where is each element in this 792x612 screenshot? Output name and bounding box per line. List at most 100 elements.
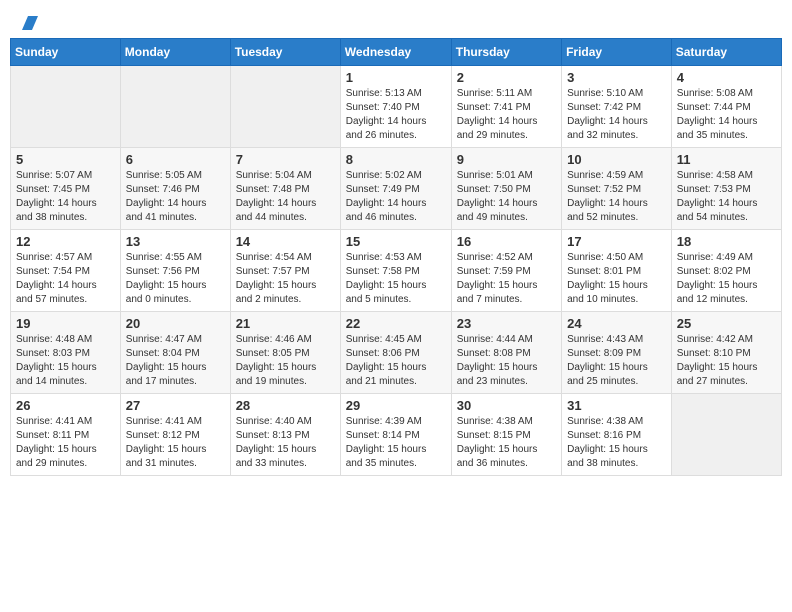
day-number: 11 [677, 152, 776, 167]
calendar-cell: 23 Sunrise: 4:44 AM Sunset: 8:08 PM Dayli… [451, 312, 561, 394]
day-info: Sunrise: 4:41 AM Sunset: 8:12 PM Dayligh… [126, 415, 225, 471]
calendar-table: SundayMondayTuesdayWednesdayThursdayFrid… [10, 38, 782, 476]
calendar-cell: 24 Sunrise: 4:43 AM Sunset: 8:09 PM Dayli… [562, 312, 672, 394]
day-number: 24 [567, 316, 666, 331]
day-number: 16 [457, 234, 556, 249]
day-info: Sunrise: 4:50 AM Sunset: 8:01 PM Dayligh… [567, 251, 666, 307]
day-info: Sunrise: 5:08 AM Sunset: 7:44 PM Dayligh… [677, 87, 776, 143]
day-info: Sunrise: 4:41 AM Sunset: 8:11 PM Dayligh… [16, 415, 115, 471]
day-info: Sunrise: 5:02 AM Sunset: 7:49 PM Dayligh… [346, 169, 446, 225]
calendar-cell: 31Sunrise: 4:38 AM Sunset: 8:16 PM Dayli… [562, 394, 672, 476]
calendar-cell [230, 66, 340, 148]
calendar-cell: 17 Sunrise: 4:50 AM Sunset: 8:01 PM Dayli… [562, 230, 672, 312]
day-info: Sunrise: 5:07 AM Sunset: 7:45 PM Dayligh… [16, 169, 115, 225]
column-header-thursday: Thursday [451, 39, 561, 66]
day-info: Sunrise: 4:55 AM Sunset: 7:56 PM Dayligh… [126, 251, 225, 307]
day-info: Sunrise: 4:48 AM Sunset: 8:03 PM Dayligh… [16, 333, 115, 389]
day-number: 19 [16, 316, 115, 331]
day-number: 15 [346, 234, 446, 249]
day-info: Sunrise: 4:58 AM Sunset: 7:53 PM Dayligh… [677, 169, 776, 225]
column-header-wednesday: Wednesday [340, 39, 451, 66]
calendar-week-row: 1 Sunrise: 5:13 AM Sunset: 7:40 PM Daylig… [11, 66, 782, 148]
day-number: 23 [457, 316, 556, 331]
calendar-week-row: 19 Sunrise: 4:48 AM Sunset: 8:03 PM Dayli… [11, 312, 782, 394]
column-header-friday: Friday [562, 39, 672, 66]
day-number: 1 [346, 70, 446, 85]
day-number: 20 [126, 316, 225, 331]
day-number: 8 [346, 152, 446, 167]
calendar-cell [11, 66, 121, 148]
day-info: Sunrise: 4:45 AM Sunset: 8:06 PM Dayligh… [346, 333, 446, 389]
day-info: Sunrise: 4:44 AM Sunset: 8:08 PM Dayligh… [457, 333, 556, 389]
day-number: 29 [346, 398, 446, 413]
day-number: 26 [16, 398, 115, 413]
day-number: 21 [236, 316, 335, 331]
calendar-cell: 15 Sunrise: 4:53 AM Sunset: 7:58 PM Dayli… [340, 230, 451, 312]
day-number: 27 [126, 398, 225, 413]
day-number: 5 [16, 152, 115, 167]
calendar-cell: 28 Sunrise: 4:40 AM Sunset: 8:13 PM Dayli… [230, 394, 340, 476]
day-number: 6 [126, 152, 225, 167]
column-header-saturday: Saturday [671, 39, 781, 66]
day-info: Sunrise: 4:42 AM Sunset: 8:10 PM Dayligh… [677, 333, 776, 389]
calendar-cell: 10 Sunrise: 4:59 AM Sunset: 7:52 PM Dayli… [562, 148, 672, 230]
logo-icon [16, 12, 38, 30]
day-info: Sunrise: 4:43 AM Sunset: 8:09 PM Dayligh… [567, 333, 666, 389]
day-info: Sunrise: 5:05 AM Sunset: 7:46 PM Dayligh… [126, 169, 225, 225]
day-number: 28 [236, 398, 335, 413]
calendar-cell: 4 Sunrise: 5:08 AM Sunset: 7:44 PM Daylig… [671, 66, 781, 148]
calendar-cell: 8 Sunrise: 5:02 AM Sunset: 7:49 PM Daylig… [340, 148, 451, 230]
day-number: 25 [677, 316, 776, 331]
logo [14, 10, 38, 30]
calendar-cell: 25 Sunrise: 4:42 AM Sunset: 8:10 PM Dayli… [671, 312, 781, 394]
column-header-monday: Monday [120, 39, 230, 66]
day-info: Sunrise: 5:13 AM Sunset: 7:40 PM Dayligh… [346, 87, 446, 143]
calendar-cell: 13 Sunrise: 4:55 AM Sunset: 7:56 PM Dayli… [120, 230, 230, 312]
day-number: 22 [346, 316, 446, 331]
calendar-cell: 1 Sunrise: 5:13 AM Sunset: 7:40 PM Daylig… [340, 66, 451, 148]
day-info: Sunrise: 5:10 AM Sunset: 7:42 PM Dayligh… [567, 87, 666, 143]
calendar-cell: 12Sunrise: 4:57 AM Sunset: 7:54 PM Dayli… [11, 230, 121, 312]
calendar-cell: 14Sunrise: 4:54 AM Sunset: 7:57 PM Dayli… [230, 230, 340, 312]
day-info: Sunrise: 4:52 AM Sunset: 7:59 PM Dayligh… [457, 251, 556, 307]
calendar-cell: 30Sunrise: 4:38 AM Sunset: 8:15 PM Dayli… [451, 394, 561, 476]
calendar-cell [120, 66, 230, 148]
day-info: Sunrise: 4:59 AM Sunset: 7:52 PM Dayligh… [567, 169, 666, 225]
day-info: Sunrise: 5:01 AM Sunset: 7:50 PM Dayligh… [457, 169, 556, 225]
day-info: Sunrise: 4:40 AM Sunset: 8:13 PM Dayligh… [236, 415, 335, 471]
day-info: Sunrise: 5:04 AM Sunset: 7:48 PM Dayligh… [236, 169, 335, 225]
day-info: Sunrise: 4:47 AM Sunset: 8:04 PM Dayligh… [126, 333, 225, 389]
calendar-cell: 27 Sunrise: 4:41 AM Sunset: 8:12 PM Dayli… [120, 394, 230, 476]
day-number: 13 [126, 234, 225, 249]
calendar-cell: 19 Sunrise: 4:48 AM Sunset: 8:03 PM Dayli… [11, 312, 121, 394]
calendar-week-row: 5 Sunrise: 5:07 AM Sunset: 7:45 PM Daylig… [11, 148, 782, 230]
day-number: 3 [567, 70, 666, 85]
day-info: Sunrise: 4:39 AM Sunset: 8:14 PM Dayligh… [346, 415, 446, 471]
calendar-cell: 7 Sunrise: 5:04 AM Sunset: 7:48 PM Daylig… [230, 148, 340, 230]
column-header-tuesday: Tuesday [230, 39, 340, 66]
calendar-cell: 3 Sunrise: 5:10 AM Sunset: 7:42 PM Daylig… [562, 66, 672, 148]
day-number: 18 [677, 234, 776, 249]
day-number: 12 [16, 234, 115, 249]
day-info: Sunrise: 4:53 AM Sunset: 7:58 PM Dayligh… [346, 251, 446, 307]
day-number: 9 [457, 152, 556, 167]
day-number: 17 [567, 234, 666, 249]
day-number: 7 [236, 152, 335, 167]
day-number: 31 [567, 398, 666, 413]
calendar-header-row: SundayMondayTuesdayWednesdayThursdayFrid… [11, 39, 782, 66]
day-number: 2 [457, 70, 556, 85]
day-number: 10 [567, 152, 666, 167]
calendar-cell: 18 Sunrise: 4:49 AM Sunset: 8:02 PM Dayli… [671, 230, 781, 312]
day-number: 4 [677, 70, 776, 85]
day-info: Sunrise: 5:11 AM Sunset: 7:41 PM Dayligh… [457, 87, 556, 143]
calendar-cell: 21Sunrise: 4:46 AM Sunset: 8:05 PM Dayli… [230, 312, 340, 394]
column-header-sunday: Sunday [11, 39, 121, 66]
calendar-cell: 5 Sunrise: 5:07 AM Sunset: 7:45 PM Daylig… [11, 148, 121, 230]
day-info: Sunrise: 4:49 AM Sunset: 8:02 PM Dayligh… [677, 251, 776, 307]
day-number: 30 [457, 398, 556, 413]
calendar-cell: 22 Sunrise: 4:45 AM Sunset: 8:06 PM Dayli… [340, 312, 451, 394]
page-header [10, 10, 782, 30]
calendar-cell: 9 Sunrise: 5:01 AM Sunset: 7:50 PM Daylig… [451, 148, 561, 230]
calendar-week-row: 12Sunrise: 4:57 AM Sunset: 7:54 PM Dayli… [11, 230, 782, 312]
day-number: 14 [236, 234, 335, 249]
